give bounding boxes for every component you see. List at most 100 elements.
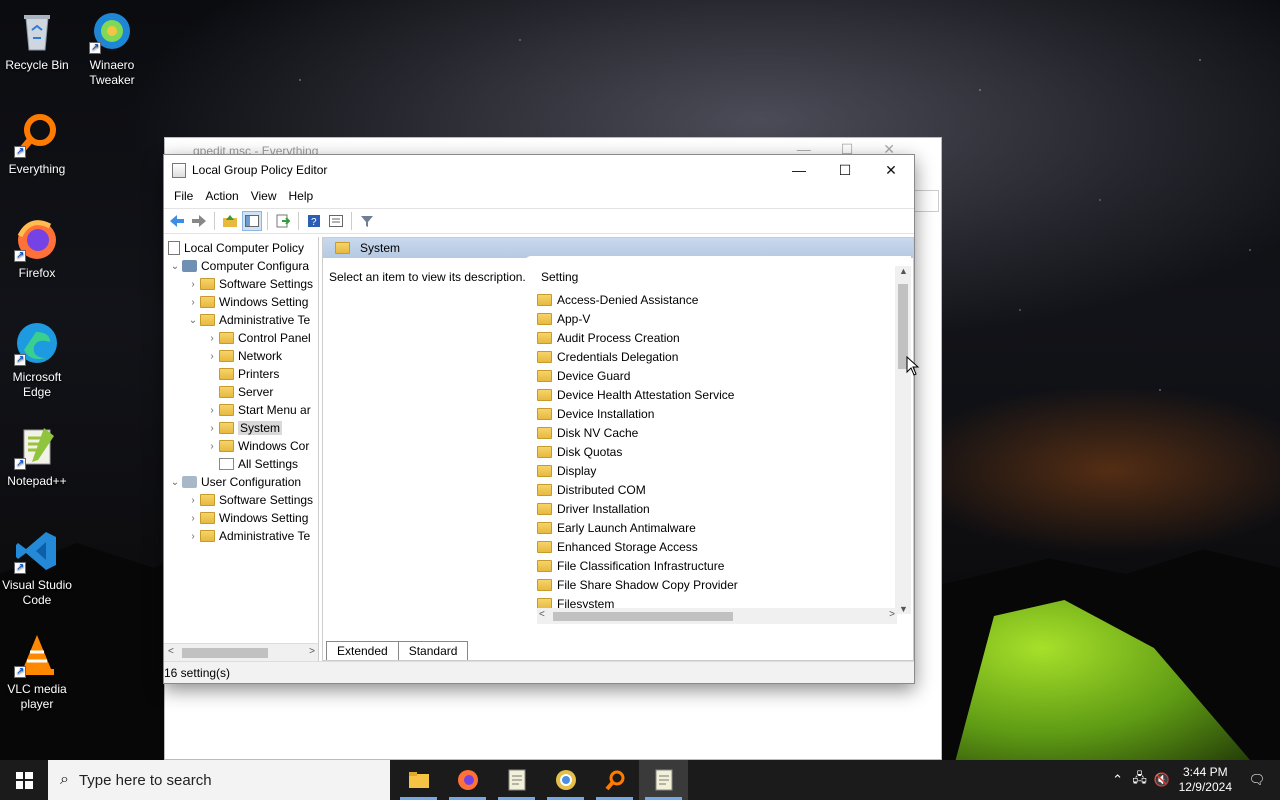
settings-list-item[interactable]: Distributed COM [537,480,646,499]
taskbar-firefox[interactable] [443,760,492,800]
close-button[interactable]: ✕ [868,155,914,185]
volume-muted-icon[interactable]: 🔇 [1151,772,1173,788]
tree-node[interactable]: ⌄ Administrative Te [186,311,310,329]
scrollbar-thumb[interactable] [182,648,268,658]
tab-standard[interactable]: Standard [397,641,469,660]
scroll-left-icon[interactable]: < [168,646,174,657]
menu-action[interactable]: Action [199,186,244,208]
tree-node[interactable]: › Control Panel [205,329,310,347]
tree-node[interactable]: All Settings [205,455,298,473]
menu-file[interactable]: File [168,186,199,208]
settings-horizontal-scrollbar[interactable]: < > [537,608,897,624]
desktop-icon-vlc[interactable]: VLC media player [0,632,74,712]
settings-list-item[interactable]: App-V [537,309,590,328]
desktop-icon-firefox[interactable]: Firefox [0,216,74,281]
properties-icon[interactable] [326,211,346,231]
desktop-icon-edge[interactable]: Microsoft Edge [0,320,74,400]
taskbar-search-box[interactable]: ⌕ Type here to search [48,760,390,800]
tree-node[interactable]: › Software Settings [186,491,313,509]
notifications-icon[interactable]: 🗨 [1246,772,1268,788]
settings-list-item[interactable]: Driver Installation [537,499,650,518]
settings-list-item[interactable]: Credentials Delegation [537,347,678,366]
chevron-down-icon[interactable]: ⌄ [168,477,182,488]
back-icon[interactable] [167,211,187,231]
desktop-icon-recycle-bin[interactable]: Recycle Bin [0,8,74,73]
settings-list[interactable]: Setting Access-Denied Assistance App-V Aud… [525,256,911,624]
chevron-down-icon[interactable]: ⌄ [186,315,200,326]
scroll-left-icon[interactable]: < [539,609,545,620]
desktop-icon-notepadpp[interactable]: Notepad++ [0,424,74,489]
export-list-icon[interactable] [273,211,293,231]
tree-node[interactable]: › Windows Setting [186,293,308,311]
chevron-right-icon[interactable]: › [205,351,219,362]
scroll-right-icon[interactable]: > [309,646,315,657]
minimize-button[interactable]: — [776,155,822,185]
settings-list-item[interactable]: Access-Denied Assistance [537,290,698,309]
menu-help[interactable]: Help [283,186,320,208]
forward-icon[interactable] [189,211,209,231]
network-icon[interactable]: 🖧 [1129,769,1151,791]
tree-node[interactable]: ⌄ User Configuration [168,473,301,491]
scroll-down-icon[interactable]: ▼ [899,604,908,614]
chevron-right-icon[interactable]: › [186,513,200,524]
menu-view[interactable]: View [245,186,283,208]
tree-node[interactable]: › Administrative Te [186,527,310,545]
tree-node-root[interactable]: Local Computer Policy [168,239,304,257]
filter-icon[interactable] [357,211,377,231]
settings-list-item[interactable]: Early Launch Antimalware [537,518,696,537]
chevron-right-icon[interactable]: › [205,423,219,434]
tree-horizontal-scrollbar[interactable]: < > [164,643,318,661]
show-hide-tree-icon[interactable] [242,211,262,231]
settings-list-item[interactable]: Device Health Attestation Service [537,385,734,404]
chevron-right-icon[interactable]: › [205,405,219,416]
settings-list-item[interactable]: File Share Shadow Copy Provider [537,575,738,594]
settings-list-item[interactable]: Enhanced Storage Access [537,537,698,556]
tree-node[interactable]: Printers [205,365,279,383]
chevron-up-icon[interactable]: ⌃ [1107,772,1129,788]
help-icon[interactable]: ? [304,211,324,231]
settings-list-item[interactable]: File Classification Infrastructure [537,556,724,575]
settings-list-item[interactable]: Audit Process Creation [537,328,680,347]
tree-node[interactable]: ⌄ Computer Configura [168,257,309,275]
up-folder-icon[interactable] [220,211,240,231]
tree-node[interactable]: › Windows Setting [186,509,308,527]
settings-vertical-scrollbar[interactable]: ▲ ▼ [895,266,911,614]
clock[interactable]: 3:44 PM 12/9/2024 [1179,765,1232,795]
tab-extended[interactable]: Extended [326,641,399,660]
maximize-button[interactable]: ☐ [822,155,868,185]
tree-node[interactable]: › System [205,419,283,437]
settings-list-item[interactable]: Device Installation [537,404,654,423]
start-button[interactable] [0,760,48,800]
scroll-right-icon[interactable]: > [889,609,895,620]
column-header-setting[interactable]: Setting [541,270,578,284]
taskbar-file-explorer[interactable] [394,760,443,800]
tree-node[interactable]: › Network [205,347,282,365]
policy-tree[interactable]: Local Computer Policy ⌄ Computer Configur… [164,237,319,661]
settings-list-item[interactable]: Display [537,461,596,480]
tree-node[interactable]: › Start Menu ar [205,401,310,419]
title-bar[interactable]: Local Group Policy Editor — ☐ ✕ [164,155,914,186]
chevron-right-icon[interactable]: › [186,279,200,290]
desktop-icon-winaero[interactable]: Winaero Tweaker [75,8,149,88]
desktop-icon-vscode[interactable]: Visual Studio Code [0,528,74,608]
taskbar-everything[interactable] [590,760,639,800]
settings-list-item[interactable]: Device Guard [537,366,630,385]
chevron-down-icon[interactable]: ⌄ [168,261,182,272]
taskbar-notepad-active[interactable] [639,760,688,800]
taskbar-chrome[interactable] [541,760,590,800]
chevron-right-icon[interactable]: › [186,297,200,308]
chevron-right-icon[interactable]: › [205,441,219,452]
chevron-right-icon[interactable]: › [186,495,200,506]
settings-list-item[interactable]: Disk Quotas [537,442,622,461]
desktop-icon-everything[interactable]: Everything [0,112,74,177]
scroll-up-icon[interactable]: ▲ [899,266,908,276]
taskbar-notepad[interactable] [492,760,541,800]
group-policy-editor-window[interactable]: Local Group Policy Editor — ☐ ✕ File Act… [163,154,915,684]
tree-node[interactable]: › Software Settings [186,275,313,293]
chevron-right-icon[interactable]: › [205,333,219,344]
tree-node[interactable]: Server [205,383,273,401]
tree-node[interactable]: › Windows Cor [205,437,309,455]
chevron-right-icon[interactable]: › [186,531,200,542]
settings-list-item[interactable]: Disk NV Cache [537,423,638,442]
scrollbar-thumb[interactable] [553,612,733,621]
